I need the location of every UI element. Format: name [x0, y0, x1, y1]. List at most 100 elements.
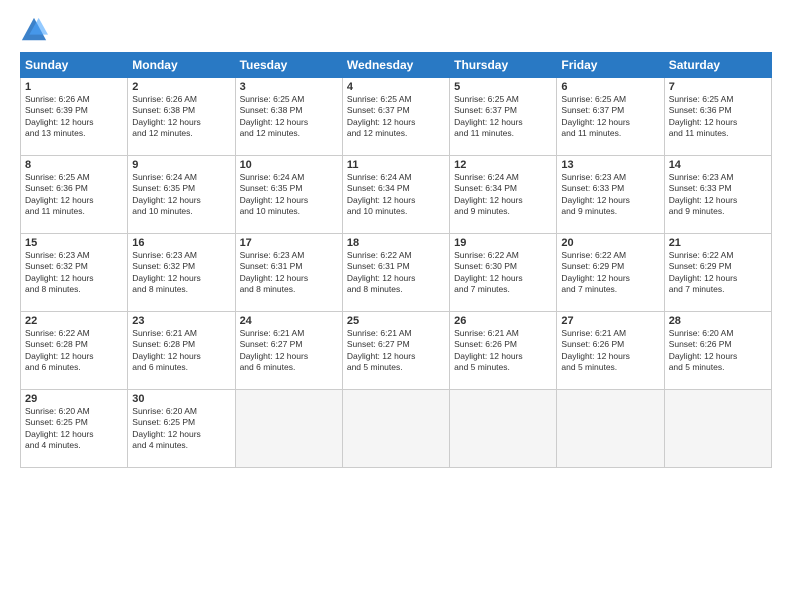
day-number: 24: [240, 315, 338, 327]
day-info: Sunrise: 6:24 AMSunset: 6:34 PMDaylight:…: [347, 172, 445, 218]
calendar-cell: 13Sunrise: 6:23 AMSunset: 6:33 PMDayligh…: [557, 156, 664, 234]
day-info: Sunrise: 6:26 AMSunset: 6:38 PMDaylight:…: [132, 94, 230, 140]
day-info: Sunrise: 6:22 AMSunset: 6:30 PMDaylight:…: [454, 250, 552, 296]
calendar-cell: 11Sunrise: 6:24 AMSunset: 6:34 PMDayligh…: [342, 156, 449, 234]
day-number: 4: [347, 81, 445, 93]
calendar-cell: 30Sunrise: 6:20 AMSunset: 6:25 PMDayligh…: [128, 390, 235, 468]
weekday-header-wednesday: Wednesday: [342, 53, 449, 78]
calendar-cell: 25Sunrise: 6:21 AMSunset: 6:27 PMDayligh…: [342, 312, 449, 390]
calendar-cell: [557, 390, 664, 468]
day-info: Sunrise: 6:25 AMSunset: 6:37 PMDaylight:…: [561, 94, 659, 140]
day-info: Sunrise: 6:25 AMSunset: 6:36 PMDaylight:…: [25, 172, 123, 218]
calendar-cell: 26Sunrise: 6:21 AMSunset: 6:26 PMDayligh…: [450, 312, 557, 390]
day-info: Sunrise: 6:22 AMSunset: 6:28 PMDaylight:…: [25, 328, 123, 374]
day-number: 1: [25, 81, 123, 93]
calendar-cell: 9Sunrise: 6:24 AMSunset: 6:35 PMDaylight…: [128, 156, 235, 234]
calendar-cell: 16Sunrise: 6:23 AMSunset: 6:32 PMDayligh…: [128, 234, 235, 312]
day-number: 26: [454, 315, 552, 327]
weekday-header-thursday: Thursday: [450, 53, 557, 78]
day-number: 13: [561, 159, 659, 171]
calendar-cell: [342, 390, 449, 468]
calendar-cell: 27Sunrise: 6:21 AMSunset: 6:26 PMDayligh…: [557, 312, 664, 390]
day-number: 19: [454, 237, 552, 249]
calendar-cell: 23Sunrise: 6:21 AMSunset: 6:28 PMDayligh…: [128, 312, 235, 390]
day-number: 14: [669, 159, 767, 171]
calendar-cell: 1Sunrise: 6:26 AMSunset: 6:39 PMDaylight…: [21, 78, 128, 156]
day-info: Sunrise: 6:21 AMSunset: 6:26 PMDaylight:…: [561, 328, 659, 374]
day-number: 23: [132, 315, 230, 327]
day-info: Sunrise: 6:23 AMSunset: 6:33 PMDaylight:…: [669, 172, 767, 218]
day-info: Sunrise: 6:24 AMSunset: 6:35 PMDaylight:…: [132, 172, 230, 218]
calendar-cell: 29Sunrise: 6:20 AMSunset: 6:25 PMDayligh…: [21, 390, 128, 468]
day-info: Sunrise: 6:20 AMSunset: 6:26 PMDaylight:…: [669, 328, 767, 374]
day-info: Sunrise: 6:23 AMSunset: 6:32 PMDaylight:…: [25, 250, 123, 296]
calendar-cell: [450, 390, 557, 468]
calendar-cell: 15Sunrise: 6:23 AMSunset: 6:32 PMDayligh…: [21, 234, 128, 312]
day-info: Sunrise: 6:22 AMSunset: 6:31 PMDaylight:…: [347, 250, 445, 296]
day-info: Sunrise: 6:23 AMSunset: 6:32 PMDaylight:…: [132, 250, 230, 296]
calendar-cell: 21Sunrise: 6:22 AMSunset: 6:29 PMDayligh…: [664, 234, 771, 312]
weekday-header-friday: Friday: [557, 53, 664, 78]
day-number: 2: [132, 81, 230, 93]
calendar-cell: 3Sunrise: 6:25 AMSunset: 6:38 PMDaylight…: [235, 78, 342, 156]
day-info: Sunrise: 6:25 AMSunset: 6:38 PMDaylight:…: [240, 94, 338, 140]
calendar-cell: 18Sunrise: 6:22 AMSunset: 6:31 PMDayligh…: [342, 234, 449, 312]
day-info: Sunrise: 6:24 AMSunset: 6:35 PMDaylight:…: [240, 172, 338, 218]
day-info: Sunrise: 6:20 AMSunset: 6:25 PMDaylight:…: [132, 406, 230, 452]
calendar-cell: [235, 390, 342, 468]
calendar-cell: 5Sunrise: 6:25 AMSunset: 6:37 PMDaylight…: [450, 78, 557, 156]
calendar-cell: [664, 390, 771, 468]
calendar-cell: 10Sunrise: 6:24 AMSunset: 6:35 PMDayligh…: [235, 156, 342, 234]
calendar: SundayMondayTuesdayWednesdayThursdayFrid…: [20, 52, 772, 468]
day-number: 25: [347, 315, 445, 327]
day-number: 21: [669, 237, 767, 249]
day-info: Sunrise: 6:21 AMSunset: 6:28 PMDaylight:…: [132, 328, 230, 374]
day-info: Sunrise: 6:25 AMSunset: 6:36 PMDaylight:…: [669, 94, 767, 140]
calendar-cell: 22Sunrise: 6:22 AMSunset: 6:28 PMDayligh…: [21, 312, 128, 390]
calendar-cell: 2Sunrise: 6:26 AMSunset: 6:38 PMDaylight…: [128, 78, 235, 156]
day-info: Sunrise: 6:22 AMSunset: 6:29 PMDaylight:…: [669, 250, 767, 296]
calendar-cell: 20Sunrise: 6:22 AMSunset: 6:29 PMDayligh…: [557, 234, 664, 312]
day-number: 8: [25, 159, 123, 171]
weekday-header-sunday: Sunday: [21, 53, 128, 78]
calendar-cell: 17Sunrise: 6:23 AMSunset: 6:31 PMDayligh…: [235, 234, 342, 312]
day-info: Sunrise: 6:25 AMSunset: 6:37 PMDaylight:…: [347, 94, 445, 140]
day-number: 5: [454, 81, 552, 93]
day-info: Sunrise: 6:23 AMSunset: 6:33 PMDaylight:…: [561, 172, 659, 218]
calendar-cell: 4Sunrise: 6:25 AMSunset: 6:37 PMDaylight…: [342, 78, 449, 156]
calendar-cell: 7Sunrise: 6:25 AMSunset: 6:36 PMDaylight…: [664, 78, 771, 156]
day-number: 17: [240, 237, 338, 249]
day-info: Sunrise: 6:25 AMSunset: 6:37 PMDaylight:…: [454, 94, 552, 140]
day-info: Sunrise: 6:20 AMSunset: 6:25 PMDaylight:…: [25, 406, 123, 452]
weekday-header-tuesday: Tuesday: [235, 53, 342, 78]
calendar-cell: 28Sunrise: 6:20 AMSunset: 6:26 PMDayligh…: [664, 312, 771, 390]
logo: [20, 16, 52, 44]
day-number: 27: [561, 315, 659, 327]
day-number: 16: [132, 237, 230, 249]
day-number: 29: [25, 393, 123, 405]
day-info: Sunrise: 6:21 AMSunset: 6:27 PMDaylight:…: [347, 328, 445, 374]
day-number: 12: [454, 159, 552, 171]
calendar-cell: 24Sunrise: 6:21 AMSunset: 6:27 PMDayligh…: [235, 312, 342, 390]
day-number: 10: [240, 159, 338, 171]
day-number: 7: [669, 81, 767, 93]
day-info: Sunrise: 6:21 AMSunset: 6:26 PMDaylight:…: [454, 328, 552, 374]
day-number: 18: [347, 237, 445, 249]
day-info: Sunrise: 6:26 AMSunset: 6:39 PMDaylight:…: [25, 94, 123, 140]
weekday-header-monday: Monday: [128, 53, 235, 78]
day-number: 9: [132, 159, 230, 171]
day-number: 30: [132, 393, 230, 405]
day-number: 22: [25, 315, 123, 327]
day-number: 3: [240, 81, 338, 93]
day-number: 28: [669, 315, 767, 327]
calendar-cell: 6Sunrise: 6:25 AMSunset: 6:37 PMDaylight…: [557, 78, 664, 156]
day-number: 20: [561, 237, 659, 249]
weekday-header-saturday: Saturday: [664, 53, 771, 78]
day-info: Sunrise: 6:22 AMSunset: 6:29 PMDaylight:…: [561, 250, 659, 296]
day-number: 15: [25, 237, 123, 249]
day-number: 6: [561, 81, 659, 93]
calendar-cell: 12Sunrise: 6:24 AMSunset: 6:34 PMDayligh…: [450, 156, 557, 234]
day-number: 11: [347, 159, 445, 171]
day-info: Sunrise: 6:21 AMSunset: 6:27 PMDaylight:…: [240, 328, 338, 374]
calendar-cell: 19Sunrise: 6:22 AMSunset: 6:30 PMDayligh…: [450, 234, 557, 312]
